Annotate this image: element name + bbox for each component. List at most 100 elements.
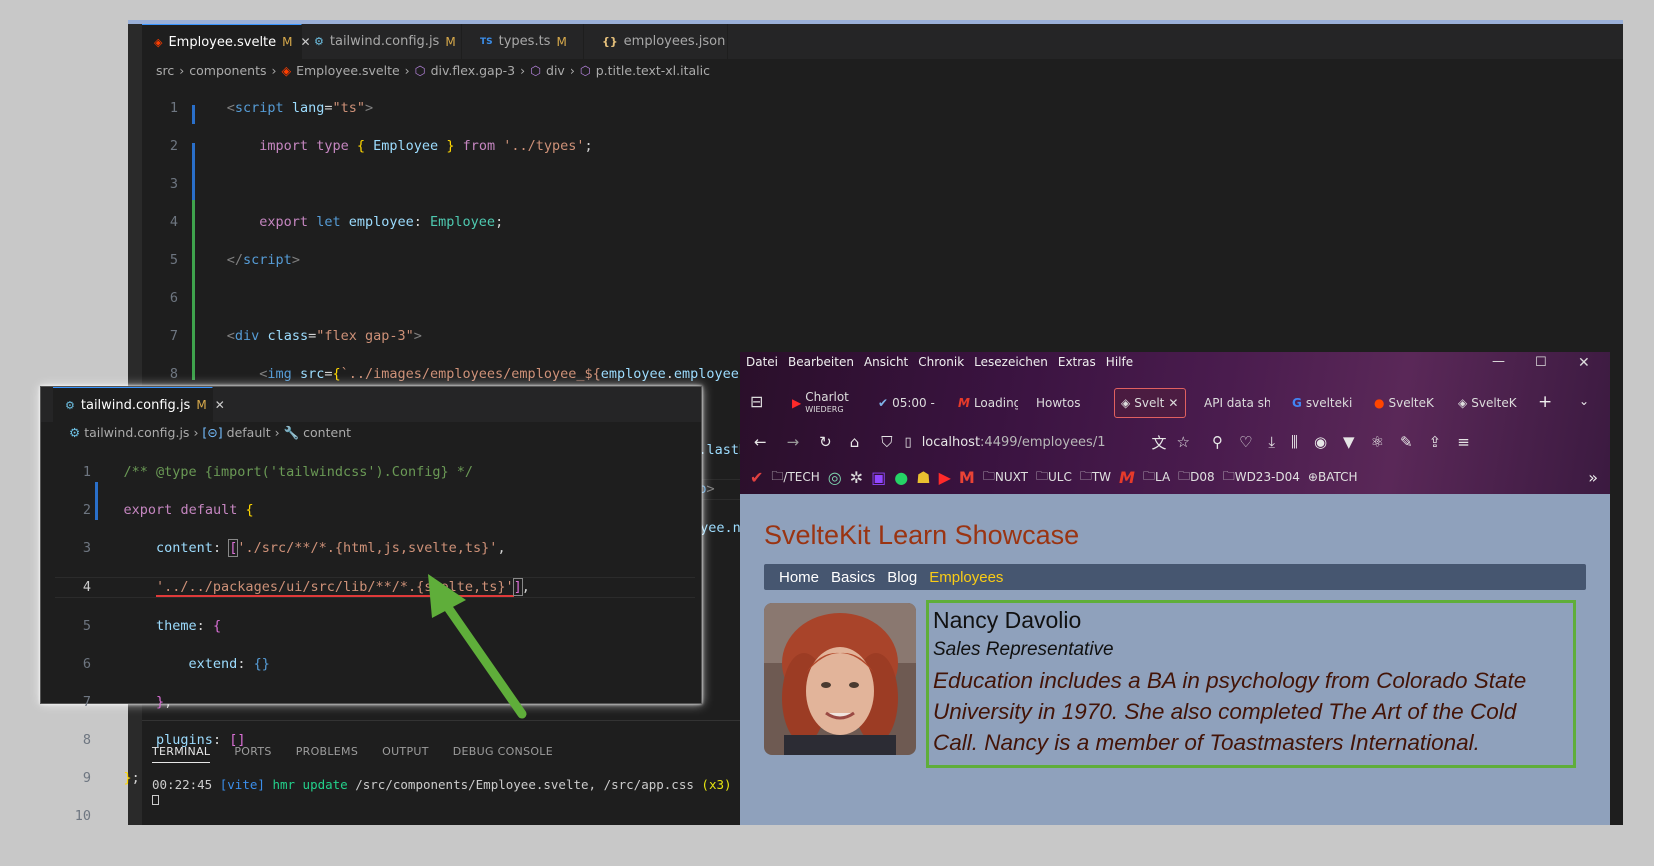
floating-editor-window: ⚙ tailwind.config.js M ✕ ⚙ tailwind.conf… <box>40 386 702 824</box>
download-icon[interactable]: ⤓ <box>1268 433 1275 451</box>
star-icon[interactable]: ☆ <box>1177 433 1190 451</box>
browser-tab[interactable]: ◈ SvelteK <box>1458 388 1518 418</box>
breadcrumb-item[interactable]: tailwind.config.js <box>84 425 189 440</box>
bookmark-folder[interactable]: 🗀 WD23-D04 <box>1223 467 1300 488</box>
bookmark-folder[interactable]: 🗀/TECH <box>771 467 819 488</box>
browser-tab[interactable]: M Loading <box>958 388 1018 418</box>
breadcrumb-item[interactable]: p.title.text-xl.italic <box>596 63 710 78</box>
line-number: 8 <box>169 366 178 382</box>
more-bookmarks-icon[interactable]: » <box>1588 468 1598 487</box>
pen-icon[interactable]: ✎ <box>1400 433 1413 451</box>
m-icon[interactable]: M <box>1119 468 1135 487</box>
chatgpt-icon[interactable]: ◎ <box>828 468 842 487</box>
tab-employees-json[interactable]: {} employees.json <box>584 24 728 59</box>
pocket-icon[interactable]: ♡ <box>1239 433 1252 451</box>
forward-icon[interactable]: → <box>787 433 800 451</box>
svelte-icon: ◈ <box>281 62 292 78</box>
bookmark-folder[interactable]: 🗀 ULC <box>1036 467 1072 488</box>
nav-employees[interactable]: Employees <box>929 569 1003 586</box>
reload-icon[interactable]: ↻ <box>819 433 832 451</box>
back-icon[interactable]: ← <box>754 433 767 451</box>
browser-tab[interactable]: ● SvelteK <box>1374 388 1440 418</box>
share-icon[interactable]: ⇪ <box>1429 433 1442 451</box>
breadcrumb-item[interactable]: src <box>156 63 174 78</box>
bookmark-globe[interactable]: ⊕ BATCH <box>1308 470 1358 484</box>
bookmark-folder[interactable]: 🗀 LA <box>1143 467 1170 488</box>
browser-tab[interactable]: Howtos <box>1036 388 1096 418</box>
breadcrumb-item[interactable]: div <box>546 63 565 78</box>
bookmark-folder[interactable]: 🗀 D08 <box>1178 467 1215 488</box>
line-number: 6 <box>82 656 91 672</box>
line-number: 7 <box>82 694 91 710</box>
close-window-icon[interactable]: ✕ <box>1578 355 1590 371</box>
todoist-icon[interactable]: ✔ <box>750 468 763 487</box>
menu-hilfe[interactable]: Hilfe <box>1106 355 1133 369</box>
whatsapp-icon[interactable]: ● <box>894 468 908 487</box>
react-icon[interactable]: ⚛ <box>1371 433 1384 451</box>
extension-icon[interactable]: ⚲ <box>1212 433 1223 451</box>
url-field[interactable]: localhost:4499/employees/1 <box>922 435 1106 450</box>
tab-tailwind-config[interactable]: ⚙ tailwind.config.js M <box>302 24 462 59</box>
browser-tab[interactable]: API data sh <box>1204 388 1270 418</box>
employee-photo <box>764 603 916 755</box>
line-number: 9 <box>82 770 91 786</box>
terminal-count: (x3) <box>701 777 732 792</box>
line-number: 3 <box>169 176 178 192</box>
menu-lesezeichen[interactable]: Lesezeichen <box>974 355 1048 369</box>
menu-ansicht[interactable]: Ansicht <box>864 355 908 369</box>
tab-label: API data sh <box>1204 396 1270 410</box>
menu-chronik[interactable]: Chronik <box>918 355 964 369</box>
bookmarks-bar: ✔ 🗀/TECH ◎ ✲ ▣ ● ☗ ▶ M 🗀 NUXT 🗀 ULC 🗀 TW M … <box>750 464 1610 490</box>
account-icon[interactable]: ◉ <box>1314 433 1327 451</box>
url-path: :4499/employees/1 <box>980 434 1106 450</box>
tab-tailwind-config[interactable]: ⚙ tailwind.config.js M ✕ <box>53 387 225 422</box>
chevron-right-icon: › <box>274 425 280 440</box>
library-icon[interactable]: ⫼ <box>1291 433 1298 451</box>
breadcrumb-item[interactable]: div.flex.gap-3 <box>431 63 516 78</box>
translate-icon[interactable]: 文 <box>1151 432 1166 453</box>
close-icon[interactable]: ✕ <box>1168 396 1178 410</box>
browser-tab[interactable]: Gsvelteki <box>1292 388 1356 418</box>
tab-types-ts[interactable]: TS types.ts M <box>462 24 584 59</box>
breadcrumb-item[interactable]: Employee.svelte <box>296 63 400 78</box>
vue-devtools-icon[interactable]: ▼ <box>1343 433 1355 451</box>
nav-home[interactable]: Home <box>779 569 819 586</box>
nav-basics[interactable]: Basics <box>831 569 875 586</box>
minimize-icon[interactable]: — <box>1492 354 1505 369</box>
bot-icon[interactable]: ☗ <box>916 468 930 487</box>
maximize-icon[interactable]: ☐ <box>1535 355 1547 370</box>
chevron-down-icon[interactable]: ⌄ <box>1579 394 1589 408</box>
new-tab-icon[interactable]: + <box>1538 392 1552 412</box>
menu-bearbeiten[interactable]: Bearbeiten <box>788 355 854 369</box>
browser-tab[interactable]: ▶ Charlot WIEDERG <box>792 388 862 418</box>
browser-tab[interactable]: ✔ 05:00 - <box>878 388 940 418</box>
tab-label: tailwind.config.js <box>80 397 191 413</box>
twitch-icon[interactable]: ▣ <box>871 468 886 487</box>
tab-employee-svelte[interactable]: ◈ Employee.svelte M ✕ <box>142 24 311 59</box>
page-title: SvelteKit Learn Showcase <box>764 520 1080 550</box>
line-number: 1 <box>169 100 178 116</box>
youtube-icon[interactable]: ▶ <box>939 468 951 487</box>
breadcrumb-item[interactable]: components <box>189 63 266 78</box>
code-area[interactable]: 1 /** @type {import('tailwindcss').Confi… <box>55 444 695 864</box>
home-icon[interactable]: ⌂ <box>850 433 860 451</box>
nav-blog[interactable]: Blog <box>887 569 917 586</box>
line-number: 1 <box>82 464 91 480</box>
breadcrumb-item[interactable]: content <box>303 425 351 440</box>
breadcrumb-item[interactable]: default <box>227 425 271 440</box>
menu-datei[interactable]: Datei <box>746 355 778 369</box>
menu-extras[interactable]: Extras <box>1058 355 1096 369</box>
variable-icon: [⊝] <box>202 425 223 440</box>
bookmark-folder[interactable]: 🗀 TW <box>1080 467 1111 488</box>
close-icon[interactable]: ✕ <box>215 398 225 412</box>
line-number: 5 <box>82 618 91 634</box>
bookmark-folder[interactable]: 🗀 NUXT <box>983 467 1028 488</box>
gmail-icon[interactable]: M <box>959 468 975 487</box>
tab-overview-icon[interactable]: ⊟ <box>750 392 763 411</box>
svelte-icon: ◈ <box>154 35 163 49</box>
hamburger-menu-icon[interactable]: ≡ <box>1457 433 1470 451</box>
browser-tab-active[interactable]: ◈ Svelt ✕ <box>1114 388 1186 418</box>
site-nav: Home Basics Blog Employees <box>764 564 1586 590</box>
tab-label: employees.json <box>623 34 726 49</box>
bug-icon[interactable]: ✲ <box>850 468 863 487</box>
